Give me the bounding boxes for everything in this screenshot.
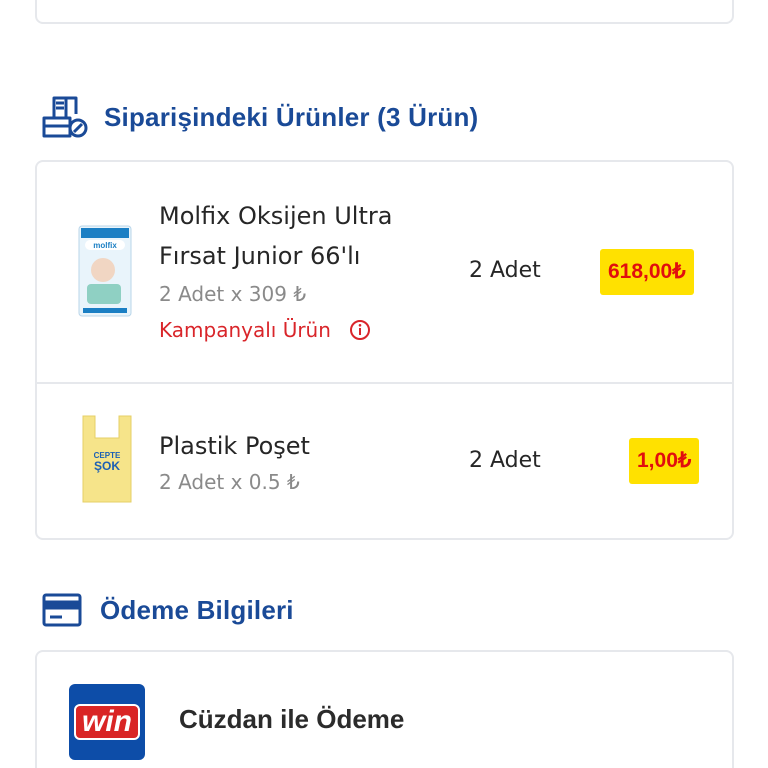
svg-text:molfix: molfix [93,241,117,250]
plastic-bag-image: CEPTE ŞOK [82,415,132,503]
products-card: molfix Molfix Oksijen Ultra Fırsat Junio… [35,160,734,540]
credit-card-icon [42,593,82,627]
products-section-header: Siparişindeki Ürünler (3 Ürün) [42,94,478,140]
payment-method-label: Cüzdan ile Ödeme [179,704,405,734]
product-quantity: 2 Adet [469,448,541,473]
products-section-title: Siparişindeki Ürünler (3 Ürün) [104,101,479,132]
info-icon[interactable] [349,319,371,341]
grocery-bag-icon [42,96,88,138]
payment-section-header: Ödeme Bilgileri [42,592,294,628]
svg-text:ŞOK: ŞOK [94,459,120,473]
product-name: Molfix Oksijen Ultra Fırsat Junior 66'lı [159,202,393,270]
wallet-logo: win [69,684,145,760]
wallet-logo-text: win [74,704,140,740]
campaign-badge[interactable]: Kampanyalı Ürün [159,318,371,342]
previous-section-card [35,0,734,24]
payment-method-card[interactable]: win Cüzdan ile Ödeme [35,650,734,768]
campaign-label: Kampanyalı Ürün [159,318,331,342]
order-item-row[interactable] [37,384,732,540]
product-name: Plastik Poşet [159,432,310,460]
product-unit-price: 2 Adet x 0.5 ₺ [159,470,300,494]
product-price: 1,00₺ [629,438,700,484]
product-price: 618,00₺ [600,249,694,295]
product-quantity: 2 Adet [469,258,541,283]
molfix-product-image: molfix [78,225,132,317]
product-unit-price: 2 Adet x 309 ₺ [159,282,307,306]
payment-section-title: Ödeme Bilgileri [100,594,294,625]
